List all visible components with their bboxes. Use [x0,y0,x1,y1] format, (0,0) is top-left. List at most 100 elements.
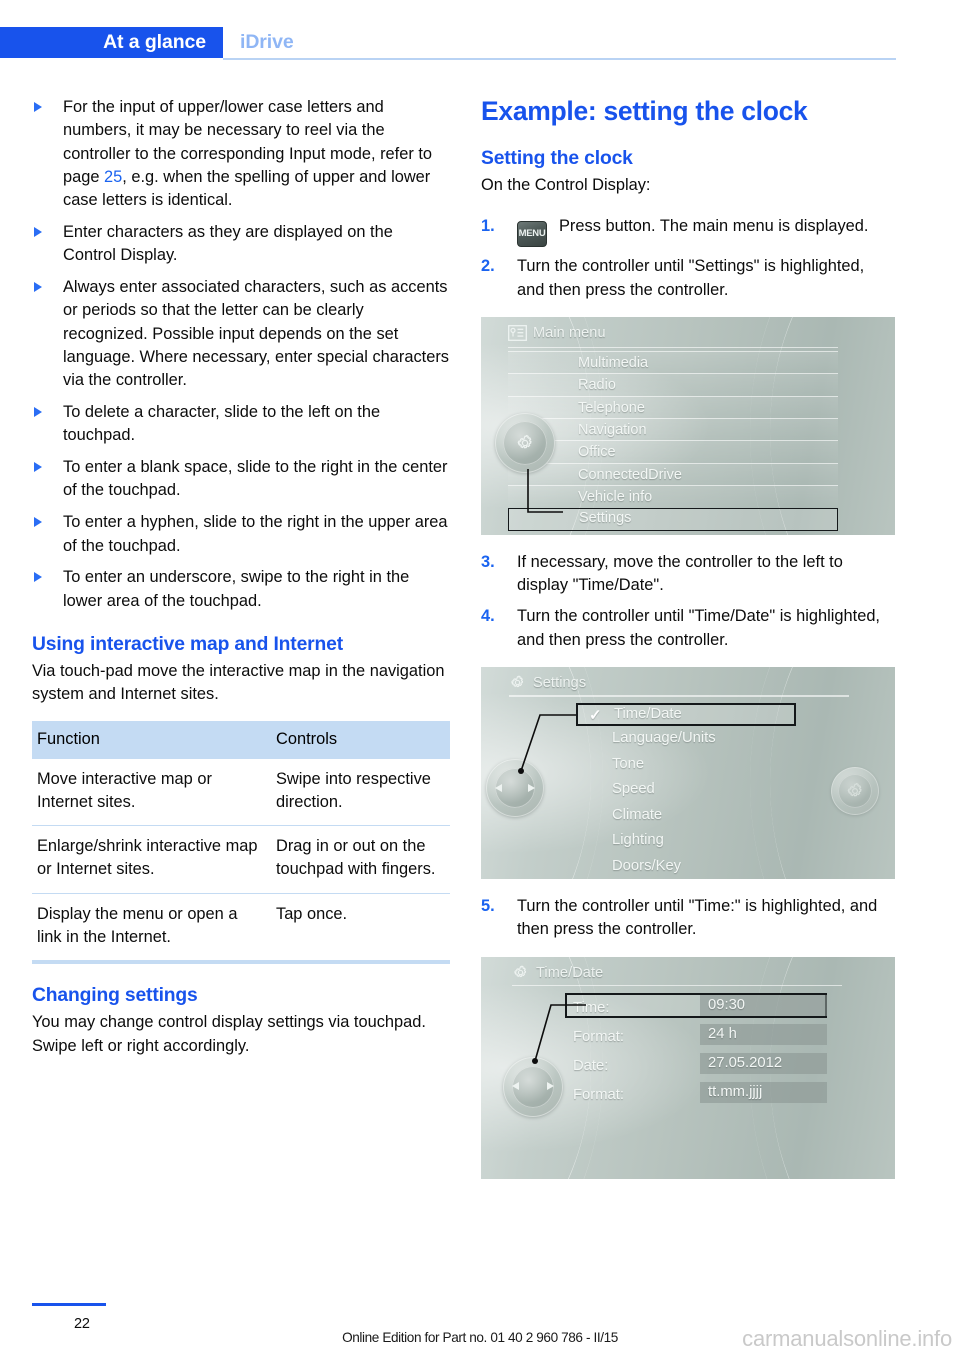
paragraph-map-intro: Via touch-pad move the interactive map i… [32,661,445,704]
list-item-step: 1. MENU Press button. The main menu is di… [481,215,895,248]
settings-item-label: Time/Date [614,706,682,723]
controller-knob[interactable] [486,759,544,818]
settings-item-lighting[interactable]: Lighting [576,828,796,854]
heading-changing-settings: Changing settings [32,985,198,1007]
menu-item-office[interactable]: Office [508,440,838,463]
step-text: Turn the controller until "Time:" is hig… [517,897,878,939]
idrive-screenshot-main-menu: Main menu Multimedia Radio Telephone Nav… [481,316,895,535]
triangle-bullet-icon [34,102,42,112]
list-item: To enter a hyphen, slide to the right in… [32,511,450,558]
step-text: Turn the controller until "Time/Date" is… [517,607,880,649]
bullet-text: Always enter associated characters, such… [63,278,449,390]
settings-item-speed[interactable]: Speed [576,777,796,803]
table-cell-control: Drag in or out on the touchpad with fing… [271,825,450,894]
menu-button-icon: MENU [517,221,547,248]
header-rule [223,58,896,60]
settings-item-climate[interactable]: Climate [576,803,796,829]
column-header-controls: Controls [271,720,450,759]
main-menu-list: Multimedia Radio Telephone Navigation Of… [508,350,838,531]
time-date-value[interactable]: tt.mm.jjjj [700,1081,827,1103]
time-date-value[interactable]: 09:30 [700,994,827,1016]
menu-item-connecteddrive[interactable]: ConnectedDrive [508,462,838,486]
controller-knob[interactable] [503,1056,563,1117]
right-arrow-icon [528,783,535,792]
idrive-screenshot-settings: Settings ✓ Time/Date Language/Units Tone… [481,667,895,880]
triangle-bullet-icon [34,282,42,293]
triangle-bullet-icon [34,226,42,237]
menu-item-telephone[interactable]: Telephone [508,395,838,419]
time-date-label: Date: [573,1057,609,1074]
step-text-label: Press button. The main menu is displayed… [559,217,869,236]
step-number: 5. [481,897,495,916]
triangle-bullet-icon [34,572,42,583]
menu-item-navigation[interactable]: Navigation [508,418,838,441]
settings-item-time-date-selected[interactable]: ✓ Time/Date [576,703,796,727]
settings-item-tone[interactable]: Tone [576,752,796,778]
time-date-row-date-format[interactable]: Format: tt.mm.jjjj [565,1081,827,1109]
list-item: For the input of upper/lower case letter… [32,96,450,212]
menu-item-multimedia[interactable]: Multimedia [508,350,838,374]
paragraph-changing-settings: You may change control display settings … [32,1013,426,1055]
checkmark-icon: ✓ [589,707,602,725]
screen-title-rule [509,695,849,697]
screen-title: Settings [533,675,587,692]
screen-title-rule [512,984,842,987]
table-row: Display the menu or open a link in the I… [32,892,450,961]
time-date-label: Format: [573,1086,624,1103]
left-arrow-icon [512,1082,519,1091]
watermark: carmanualsonline.info [742,1326,952,1351]
list-item-step: 4. Turn the controller until "Time/Date"… [481,605,895,652]
gear-icon [847,782,862,797]
gear-icon [514,965,527,977]
header-section-label: iDrive [240,31,294,53]
settings-item-doors-key[interactable]: Doors/Key [576,854,796,879]
menu-item-vehicle-info[interactable]: Vehicle info [508,485,838,508]
table-bottom-rule [32,960,450,965]
screen-title-rule [508,346,838,349]
time-date-row-time[interactable]: Time: 09:30 [565,992,827,1022]
table-row: Move interactive map or Internet sites. … [32,759,450,826]
table-cell-function: Move interactive map or Internet sites. [37,769,212,811]
menu-item-settings-selected[interactable]: Settings [508,507,838,531]
right-column: Example: setting the clock Setting the c… [481,96,895,1195]
heading-using-interactive-map: Using interactive map and Internet [32,633,343,655]
header-tab-at-a-glance: At a glance [0,27,223,58]
table-cell-control: Swipe into respective direction. [276,769,431,811]
bullet-text: To enter a hyphen, slide to the right in… [63,513,448,555]
table-header-row: Function Controls [32,720,450,759]
left-arrow-icon [495,783,502,792]
idrive-screenshot-time-date: Time/Date Time: 09:30 Format: 24 h Date:… [481,956,895,1179]
step-number: 4. [481,607,495,626]
list-item: To enter a blank space, slide to the rig… [32,456,450,503]
bullet-text: To enter an underscore, swipe to the rig… [63,568,410,610]
list-item: To enter an underscore, swipe to the rig… [32,566,450,613]
time-date-row-time-format[interactable]: Format: 24 h [565,1023,827,1051]
controller-knob[interactable] [495,412,555,473]
gear-icon [511,675,524,688]
list-item-step: 2. Turn the controller until "Settings" … [481,255,895,302]
page-header: At a glance iDrive [0,27,960,63]
page-title: Example: setting the clock [481,96,808,126]
heading-setting-the-clock: Setting the clock [481,148,633,169]
list-menu-icon [508,324,527,341]
time-date-value[interactable]: 24 h [700,1023,827,1045]
screen-title: Main menu [533,324,606,341]
manual-page: At a glance iDrive For the input of uppe… [0,0,960,1362]
step-text: Turn the controller until "Settings" is … [517,257,865,299]
triangle-bullet-icon [34,462,42,473]
time-date-label: Format: [573,1028,624,1045]
controls-table: Function Controls Move interactive map o… [32,720,450,961]
table-row: Enlarge/shrink interactive map or Intern… [32,825,450,894]
list-item: Always enter associated characters, such… [32,276,450,392]
page-reference-link[interactable]: 25 [104,168,122,186]
settings-item-language-units[interactable]: Language/Units [576,726,796,752]
time-date-row-date[interactable]: Date: 27.05.2012 [565,1052,827,1080]
paragraph-on-control-display: On the Control Display: [481,176,651,194]
step-number: 3. [481,552,495,571]
time-date-list: Time: 09:30 Format: 24 h Date: 27.05.201… [565,992,827,1111]
step-number: 1. [481,217,495,236]
step-number: 2. [481,257,495,276]
time-date-value[interactable]: 27.05.2012 [700,1052,827,1074]
step-text: If necessary, move the controller to the… [517,552,843,595]
menu-item-radio[interactable]: Radio [508,373,838,396]
